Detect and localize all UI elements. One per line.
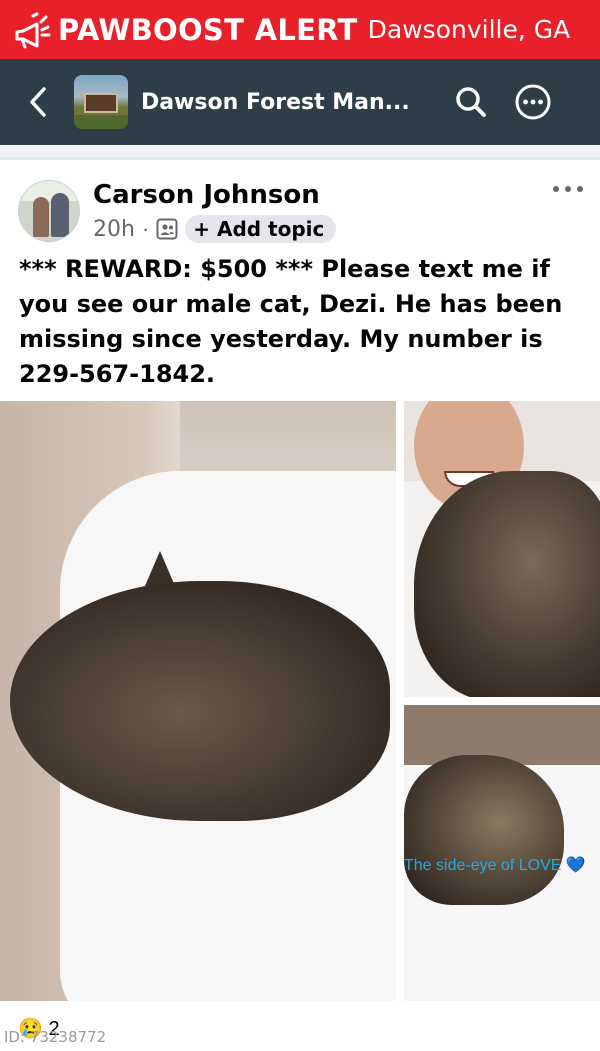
search-icon[interactable] [451,82,491,122]
post-photo-main[interactable] [0,401,396,1001]
post-card: Carson Johnson 20h · + Add topic *** REW… [0,160,600,1051]
chevron-left-icon[interactable] [20,86,56,118]
group-thumbnail[interactable] [74,75,128,129]
group-audience-icon [156,218,178,240]
pawboost-alert-banner: PAWBOOST ALERT Dawsonville, GA [0,0,600,59]
pawboost-id-label: ID: 73238772 [4,1028,107,1046]
photo-caption: The side-eye of LOVE 💙 [404,857,586,874]
more-horizontal-icon[interactable] [513,82,553,122]
group-header: Dawson Forest Man... [0,59,600,145]
post-author[interactable]: Carson Johnson [93,180,320,210]
alert-brand: PAWBOOST ALERT [58,12,358,47]
post-body: *** REWARD: $500 *** Please text me if y… [19,255,563,388]
add-topic-button[interactable]: + Add topic [185,215,337,243]
post-photo-selfie[interactable] [404,401,600,697]
post-photo-side-eye[interactable]: The side-eye of LOVE 💙 [404,705,600,1001]
meta-separator: · [141,216,150,241]
post-time[interactable]: 20h [93,217,135,242]
post-meta: 20h · + Add topic [93,214,337,244]
post-options-icon[interactable] [553,182,583,196]
alert-location: Dawsonville, GA [367,15,571,44]
megaphone-icon [8,7,54,53]
avatar[interactable] [18,180,80,242]
group-name[interactable]: Dawson Forest Man... [141,90,441,115]
